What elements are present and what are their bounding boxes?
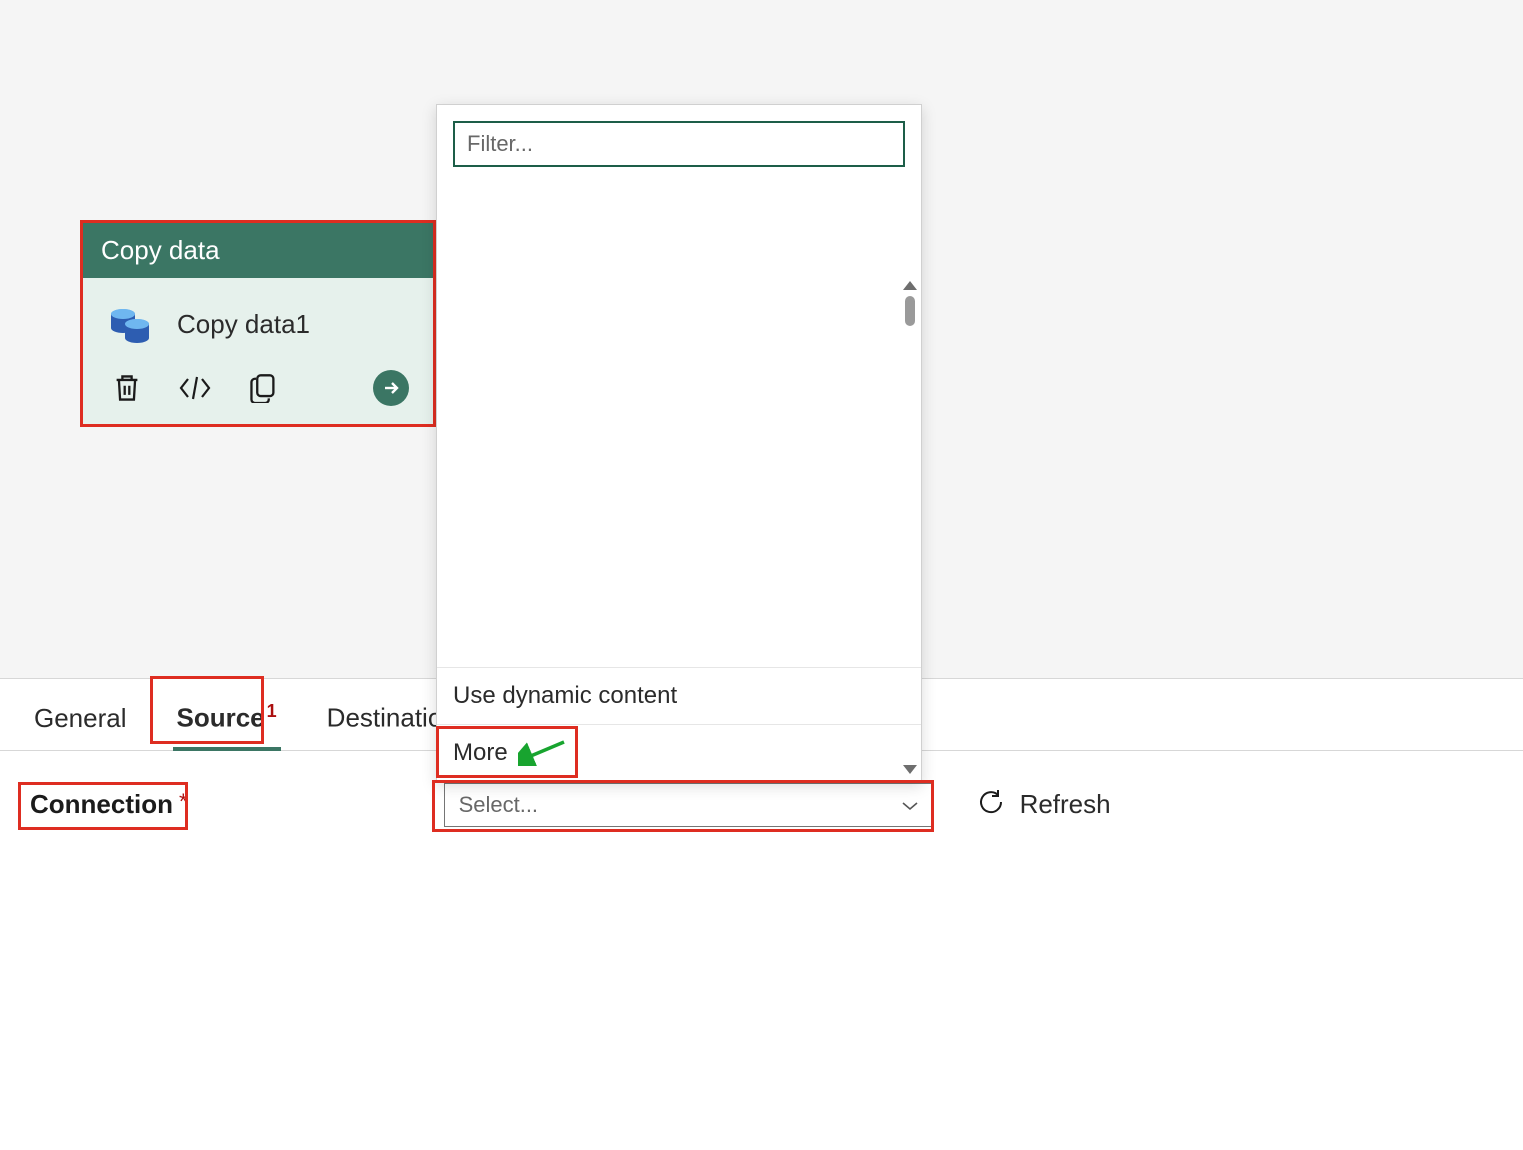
- filter-wrap: [437, 105, 921, 177]
- tab-underline: [173, 747, 281, 751]
- delete-icon[interactable]: [109, 370, 145, 406]
- tab-general[interactable]: General: [30, 703, 131, 750]
- connection-select-placeholder: Select...: [459, 792, 538, 818]
- connection-label: Connection: [30, 789, 173, 819]
- activity-name-text: Copy data1: [177, 309, 310, 340]
- copy-icon[interactable]: [245, 370, 281, 406]
- required-asterisk: *: [179, 789, 188, 814]
- refresh-icon: [976, 787, 1006, 822]
- scroll-arrow-up-icon[interactable]: [903, 281, 917, 326]
- tab-source[interactable]: Source1: [173, 701, 281, 750]
- tab-general-label: General: [34, 703, 127, 733]
- connection-select[interactable]: Select...: [444, 783, 934, 827]
- activity-type-label: Copy data: [83, 223, 433, 278]
- database-icon: [107, 300, 155, 348]
- connection-label-box: Connection*: [30, 789, 204, 820]
- scroll-thumb[interactable]: [905, 296, 915, 326]
- scroll-arrow-down-icon[interactable]: [903, 765, 917, 774]
- dropdown-use-dynamic[interactable]: Use dynamic content: [437, 667, 921, 724]
- tab-source-label: Source: [177, 703, 265, 733]
- activity-body: Copy data1: [83, 278, 433, 366]
- run-arrow-icon[interactable]: [373, 370, 409, 406]
- activity-copy-data[interactable]: Copy data Copy data1: [80, 220, 436, 427]
- activity-toolbar: [83, 366, 433, 424]
- filter-input[interactable]: [453, 121, 905, 167]
- chevron-down-icon: [901, 792, 919, 818]
- dropdown-list[interactable]: [437, 177, 919, 667]
- code-icon[interactable]: [177, 370, 213, 406]
- tab-source-badge: 1: [267, 701, 277, 721]
- refresh-button[interactable]: Refresh: [976, 787, 1111, 822]
- dropdown-more[interactable]: More: [437, 724, 921, 781]
- refresh-label: Refresh: [1020, 789, 1111, 820]
- connection-dropdown: Use dynamic content More: [436, 104, 922, 782]
